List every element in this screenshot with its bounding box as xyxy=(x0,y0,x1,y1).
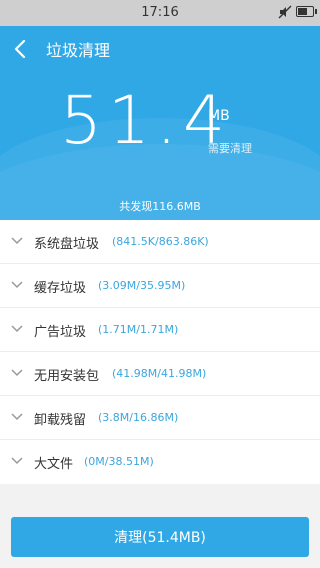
status-bar: 17:16 xyxy=(0,0,320,26)
list-item-cache-junk[interactable]: 缓存垃圾 (3.09M/35.95M) xyxy=(0,264,320,308)
list-item-label: 大文件 xyxy=(34,457,74,472)
list-item-useless-packages[interactable]: 无用安装包 (41.98M/41.98M) xyxy=(0,352,320,396)
page-title: 垃圾清理 xyxy=(46,41,111,60)
status-time: 17:16 xyxy=(141,5,179,20)
found-total-text: 共发现116.6MB xyxy=(119,200,201,213)
back-button[interactable] xyxy=(10,38,32,60)
list-item-size: (3.8M/16.86M) xyxy=(98,411,179,424)
list-item-uninstall-residue[interactable]: 卸载残留 (3.8M/16.86M) xyxy=(0,396,320,440)
junk-size-value: 51.4 xyxy=(60,82,231,159)
chevron-down-icon xyxy=(11,281,23,289)
summary-panel: 垃圾清理 51.4 MB 需要清理 共发现116.6MB xyxy=(0,26,320,220)
chevron-down-icon xyxy=(11,369,23,377)
list-item-size: (1.71M/1.71M) xyxy=(98,323,179,336)
list-item-label: 系统盘垃圾 xyxy=(34,237,100,252)
chevron-down-icon xyxy=(11,457,23,465)
need-clean-label: 需要清理 xyxy=(208,142,252,155)
list-item-size: (841.5K/863.86K) xyxy=(112,235,209,248)
chevron-down-icon xyxy=(11,325,23,333)
list-item-label: 无用安装包 xyxy=(34,369,100,384)
list-item-ad-junk[interactable]: 广告垃圾 (1.71M/1.71M) xyxy=(0,308,320,352)
list-item-size: (0M/38.51M) xyxy=(84,455,154,468)
list-item-size: (41.98M/41.98M) xyxy=(112,367,207,380)
list-item-label: 广告垃圾 xyxy=(34,325,87,340)
junk-size-unit: MB xyxy=(208,108,230,124)
list-item-label: 卸载残留 xyxy=(34,413,87,428)
battery-icon xyxy=(296,6,317,17)
junk-category-list: 系统盘垃圾 (841.5K/863.86K) 缓存垃圾 (3.09M/35.95… xyxy=(0,220,320,484)
chevron-down-icon xyxy=(11,237,23,245)
mute-icon xyxy=(278,5,292,19)
list-item-size: (3.09M/35.95M) xyxy=(98,279,186,292)
list-item-large-files[interactable]: 大文件 (0M/38.51M) xyxy=(0,440,320,484)
list-item-label: 缓存垃圾 xyxy=(34,281,87,296)
chevron-down-icon xyxy=(11,413,23,421)
clean-button[interactable]: 清理(51.4MB) xyxy=(11,517,309,557)
list-item-system-junk[interactable]: 系统盘垃圾 (841.5K/863.86K) xyxy=(0,220,320,264)
